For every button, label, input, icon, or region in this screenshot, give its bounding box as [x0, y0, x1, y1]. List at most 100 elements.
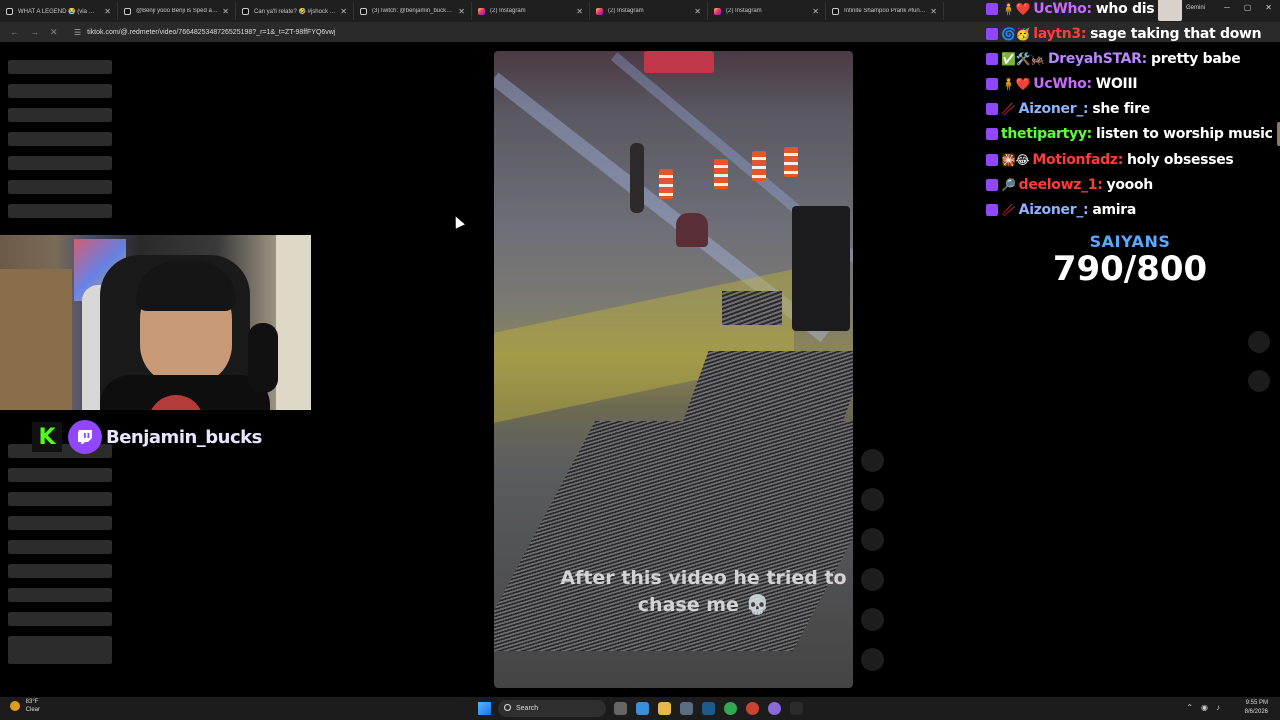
tiktok-icon [832, 7, 839, 15]
weather-widget[interactable]: 83°F Clear [10, 698, 40, 714]
close-tab-icon[interactable]: ✕ [222, 7, 229, 16]
sub-badge-icon [986, 153, 998, 166]
tab-title: (3)Twitch: @benjamin_bucks | … [372, 8, 455, 14]
copilot-icon[interactable] [636, 702, 649, 715]
taskbar-search[interactable]: Search [498, 700, 606, 717]
steam-icon[interactable] [702, 702, 715, 715]
terminal-icon[interactable] [790, 702, 803, 715]
tab-title: Infinite Shampoo Prank #funny… [844, 8, 927, 14]
instagram-icon [478, 7, 485, 15]
gemini-button[interactable]: Gemini [1186, 5, 1205, 11]
minimize-icon[interactable]: ─ [1224, 3, 1230, 12]
chrome-icon[interactable] [724, 702, 737, 715]
scroll-down-button[interactable] [1248, 370, 1270, 392]
close-tab-icon[interactable]: ✕ [104, 7, 111, 16]
traffic-barrel [784, 147, 798, 177]
chat-message: ✅🛠️🦗 DreyahSTAR: pretty babe [986, 46, 1241, 71]
window-controls: ─ ▢ ✕ [1224, 3, 1272, 12]
browser-tab[interactable]: Infinite Shampoo Prank #funny… ✕ [826, 2, 944, 20]
mouse-cursor-icon [451, 214, 465, 229]
scroll-up-button[interactable] [1248, 331, 1270, 353]
traffic-barrel [752, 151, 766, 181]
bookmark-button[interactable] [861, 528, 884, 551]
tab-title: (2) Instagram [726, 8, 762, 14]
loading-placeholder [8, 132, 112, 146]
clock-time: 9:55 PM [1245, 700, 1268, 706]
chat-username: Aizoner_: [1018, 201, 1089, 218]
windows-start-icon[interactable] [478, 702, 491, 715]
share-button[interactable] [861, 568, 884, 591]
site-info-icon[interactable]: ☰ [74, 28, 81, 37]
caption-line: After this video he tried to [560, 567, 847, 589]
close-tab-icon[interactable]: ✕ [930, 7, 937, 16]
close-tab-icon[interactable]: ✕ [576, 7, 583, 16]
more-button[interactable] [861, 608, 884, 631]
chat-message: 🎇😂 Motionfadz: holy obsesses [986, 147, 1234, 172]
chat-text: amira [1092, 201, 1137, 218]
like-button[interactable] [861, 449, 884, 472]
chat-username: UcWho: [1033, 0, 1092, 17]
close-tab-icon[interactable]: ✕ [340, 7, 347, 16]
chat-username: Motionfadz: [1032, 151, 1124, 168]
browser-tab[interactable]: WHAT A LEGEND 😭 (via @Ati… ✕ [0, 2, 118, 20]
chat-emotes: ✅🛠️🦗 [1001, 51, 1045, 66]
reload-icon[interactable]: ✕ [50, 27, 60, 38]
doorway [276, 235, 311, 410]
sound-button[interactable] [861, 648, 884, 671]
sidewalk-grate [679, 351, 853, 431]
chat-message: 🧍❤️ UcWho: who dis [986, 0, 1183, 21]
chat-message: thetipartyy: listen to worship music [986, 121, 1280, 146]
webcam-feed [0, 235, 311, 410]
obs-icon[interactable] [746, 702, 759, 715]
browser-tab[interactable]: (2) Instagram ✕ [708, 2, 826, 20]
close-window-icon[interactable]: ✕ [1265, 3, 1272, 12]
loading-placeholder [8, 612, 112, 626]
volume-icon[interactable]: ♪ [1216, 703, 1220, 712]
task-view-icon[interactable] [614, 702, 627, 715]
tiktok-icon [360, 7, 367, 15]
comment-button[interactable] [861, 488, 884, 511]
tab-title: (2) Instagram [490, 8, 526, 14]
sub-badge-icon [986, 127, 998, 140]
app-icon[interactable] [768, 702, 781, 715]
chat-username: deelowz_1: [1018, 176, 1103, 193]
loading-placeholder [8, 180, 112, 194]
billboard-sign [644, 51, 714, 73]
instagram-icon [714, 7, 721, 15]
chat-message: 🥢 Aizoner_: she fire [986, 96, 1150, 121]
settings-icon[interactable] [680, 702, 693, 715]
forward-icon[interactable]: → [30, 27, 40, 37]
file-explorer-icon[interactable] [658, 702, 671, 715]
sub-badge-icon [986, 77, 998, 90]
browser-tab[interactable]: (2) Instagram ✕ [590, 2, 708, 20]
weather-condition: Clear [25, 707, 41, 713]
browser-tab[interactable]: (2) Instagram ✕ [472, 2, 590, 20]
loading-placeholder [8, 204, 112, 218]
microphone [248, 323, 278, 393]
url-field[interactable]: ☰ tiktok.com/@.redmeter/video/7664825348… [74, 28, 335, 37]
caption-line: chase me 💀 [637, 594, 770, 616]
clock[interactable]: 9:55 PM 8/6/2026 [1245, 699, 1268, 717]
chat-emotes: 🔎 [1001, 177, 1016, 192]
close-tab-icon[interactable]: ✕ [694, 7, 701, 16]
network-icon[interactable]: ◉ [1201, 703, 1208, 712]
browser-tab[interactable]: @Benji yooo Benji is Sped at li… ✕ [118, 2, 236, 20]
sub-badge-icon [986, 178, 998, 191]
browser-tab[interactable]: Can ya'll relate? 🤣 #jshock #… ✕ [236, 2, 354, 20]
counter-value: 790/800 [1052, 249, 1208, 289]
close-tab-icon[interactable]: ✕ [812, 7, 819, 16]
loading-placeholder [8, 564, 112, 578]
traffic-barrel [659, 169, 673, 199]
chat-message: 🌀🥳 laytn3: sage taking that down [986, 21, 1262, 46]
maximize-icon[interactable]: ▢ [1244, 3, 1252, 12]
chat-message: 🔎 deelowz_1: yoooh [986, 172, 1153, 197]
loading-placeholder [8, 468, 112, 482]
loading-placeholder [8, 60, 112, 74]
close-tab-icon[interactable]: ✕ [458, 7, 465, 16]
browser-tab[interactable]: (3)Twitch: @benjamin_bucks | … ✕ [354, 2, 472, 20]
chat-username: laytn3: [1033, 25, 1087, 42]
chevron-up-icon[interactable]: ⌃ [1186, 703, 1193, 712]
back-icon[interactable]: ← [10, 27, 20, 37]
chat-text: pretty babe [1150, 50, 1241, 67]
tab-title: @Benji yooo Benji is Sped at li… [136, 8, 219, 14]
